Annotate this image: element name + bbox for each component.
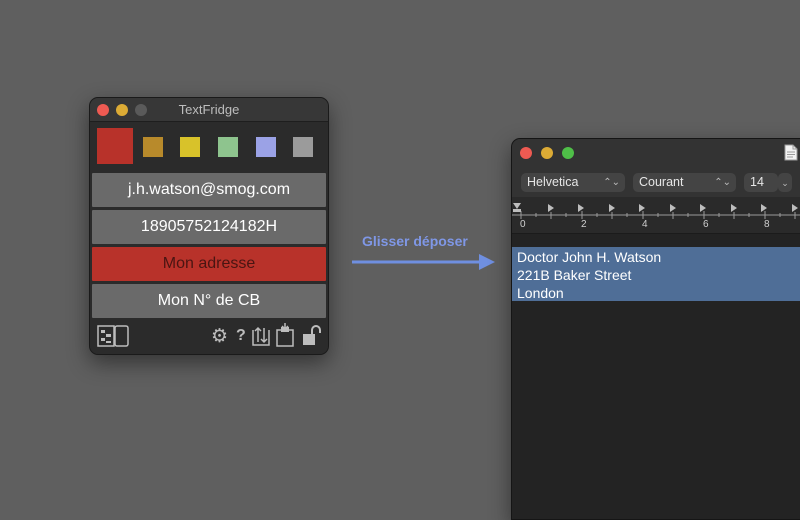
swatch-orange[interactable] — [143, 137, 163, 157]
format-bar: Helvetica ⌃⌄ Courant ⌃⌄ 14 ⌄ — [512, 167, 800, 197]
swatch-red[interactable] — [97, 128, 133, 164]
swatch-yellow[interactable] — [180, 137, 200, 157]
zoom-button[interactable] — [562, 147, 574, 159]
split-view-icon[interactable] — [97, 325, 129, 347]
arrow-right-icon — [352, 254, 495, 270]
textfridge-titlebar[interactable]: TextFridge — [90, 98, 328, 122]
font-family-select[interactable]: Helvetica ⌃⌄ — [521, 173, 625, 192]
swatch-green[interactable] — [218, 137, 238, 157]
swatch-gray[interactable] — [293, 137, 313, 157]
font-family-value: Helvetica — [527, 175, 579, 189]
ruler[interactable]: 0 2 4 6 8 — [512, 197, 800, 234]
text-line[interactable]: 221B Baker Street — [517, 266, 631, 284]
drag-drop-label: Glisser déposer — [362, 233, 468, 249]
paste-icon[interactable] — [276, 323, 294, 347]
textfridge-toolbar: ⚙ ? — [90, 320, 328, 354]
ruler-label: 2 — [581, 219, 587, 230]
snippet-email[interactable]: j.h.watson@smog.com — [92, 173, 326, 207]
chevron-down-icon: ⌄ — [781, 178, 789, 188]
gear-icon[interactable]: ⚙ — [211, 327, 228, 346]
snippet-address[interactable]: Mon adresse — [92, 247, 326, 281]
swatch-blue[interactable] — [256, 137, 276, 157]
updown-chevron-icon: ⌃⌄ — [714, 177, 731, 188]
unlock-icon[interactable] — [302, 324, 322, 346]
updown-chevron-icon: ⌃⌄ — [603, 177, 620, 188]
window-title: TextFridge — [178, 102, 240, 117]
textfridge-window: TextFridge j.h.watson@smog.com 189057521… — [89, 97, 329, 355]
minimize-button[interactable] — [541, 147, 553, 159]
text-line[interactable]: Doctor John H. Watson — [517, 248, 661, 266]
font-style-value: Courant — [639, 175, 684, 189]
ruler-ticks — [512, 203, 800, 219]
snippet-card[interactable]: Mon N° de CB — [92, 284, 326, 318]
text-editor-area[interactable]: Doctor John H. Watson 221B Baker Street … — [512, 234, 800, 519]
font-style-select[interactable]: Courant ⌃⌄ — [633, 173, 736, 192]
textedit-window: Helvetica ⌃⌄ Courant ⌃⌄ 14 ⌄ 0 2 4 6 8 D… — [511, 138, 800, 520]
font-size-value: 14 — [750, 175, 764, 189]
help-icon[interactable]: ? — [236, 327, 246, 345]
document-icon[interactable] — [784, 144, 798, 161]
sort-icon[interactable] — [252, 324, 270, 346]
font-size-field[interactable]: 14 — [744, 173, 778, 192]
snippet-number[interactable]: 18905752124182H — [92, 210, 326, 244]
ruler-label: 6 — [703, 219, 709, 230]
text-line[interactable]: London — [517, 284, 564, 302]
textedit-titlebar[interactable] — [512, 139, 800, 167]
ruler-label: 8 — [764, 219, 770, 230]
ruler-label: 0 — [520, 219, 526, 230]
color-swatches — [90, 122, 328, 170]
close-button[interactable] — [520, 147, 532, 159]
ruler-label: 4 — [642, 219, 648, 230]
font-size-dropdown[interactable]: ⌄ — [778, 173, 792, 192]
